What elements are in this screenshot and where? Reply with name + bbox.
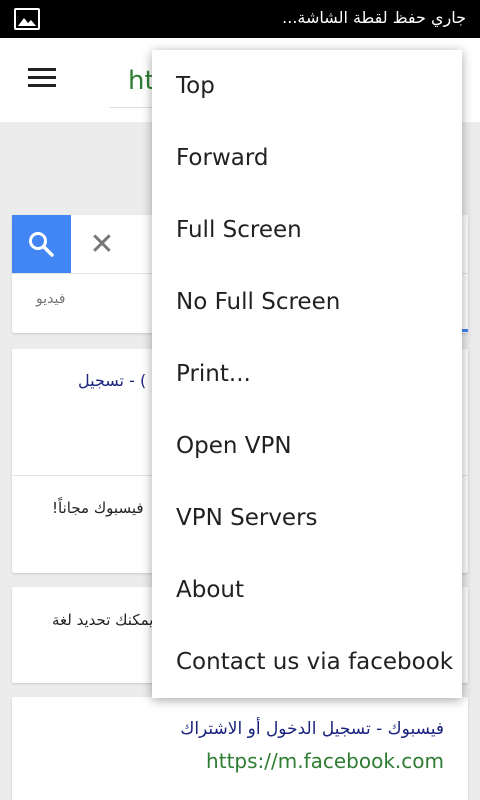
menu-item-about[interactable]: About bbox=[152, 554, 462, 626]
menu-item-print[interactable]: Print... bbox=[152, 338, 462, 410]
menu-item-no-full-screen[interactable]: No Full Screen bbox=[152, 266, 462, 338]
menu-item-top[interactable]: Top bbox=[152, 50, 462, 122]
notification-text: جاري حفظ لقطة الشاشة... bbox=[282, 8, 466, 27]
tab-video[interactable]: فيديو bbox=[36, 291, 65, 307]
menu-item-open-vpn[interactable]: Open VPN bbox=[152, 410, 462, 482]
menu-item-forward[interactable]: Forward bbox=[152, 122, 462, 194]
menu-item-full-screen[interactable]: Full Screen bbox=[152, 194, 462, 266]
url-text: ht bbox=[128, 66, 155, 96]
search-icon bbox=[29, 232, 54, 257]
overflow-menu: Top Forward Full Screen No Full Screen P… bbox=[152, 50, 462, 698]
result-snippet: فيسبوك مجاناً! bbox=[52, 499, 144, 517]
result-title[interactable]: ) - تسجيل bbox=[78, 371, 146, 390]
result-card[interactable]: فيسبوك - تسجيل الدخول أو الاشتراك https:… bbox=[12, 697, 468, 800]
result-url[interactable]: https://m.facebook.com bbox=[206, 749, 444, 773]
search-button[interactable] bbox=[12, 215, 71, 273]
hamburger-menu-icon[interactable] bbox=[28, 68, 56, 92]
status-bar: جاري حفظ لقطة الشاشة... bbox=[0, 0, 480, 38]
result-title[interactable]: فيسبوك - تسجيل الدخول أو الاشتراك bbox=[180, 719, 444, 739]
result-snippet: يمكنك تحديد لغة bbox=[52, 611, 154, 629]
menu-item-vpn-servers[interactable]: VPN Servers bbox=[152, 482, 462, 554]
menu-item-contact-facebook[interactable]: Contact us via facebook bbox=[152, 626, 462, 698]
clear-icon[interactable]: ✕ bbox=[84, 227, 120, 263]
image-icon bbox=[14, 8, 40, 30]
